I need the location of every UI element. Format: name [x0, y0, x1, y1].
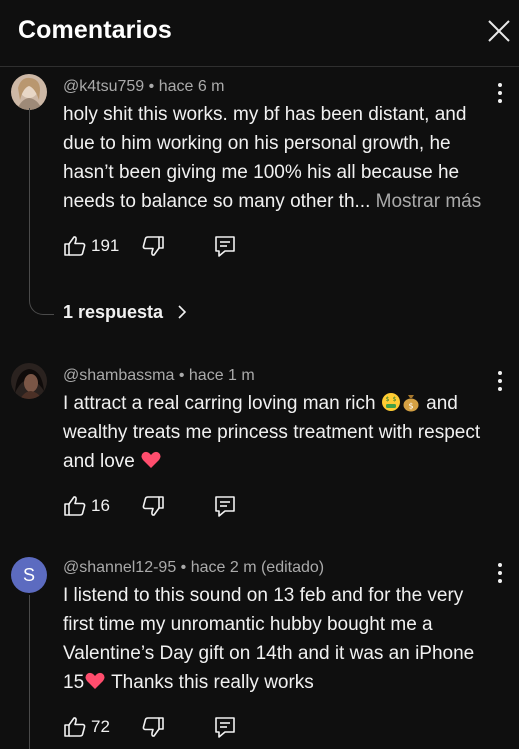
reply-button[interactable]: [213, 493, 239, 519]
avatar[interactable]: [11, 74, 47, 110]
thread-connector-line: [29, 108, 54, 315]
like-button[interactable]: 72: [63, 714, 123, 740]
comment-time: hace 1 m: [188, 367, 255, 384]
comment-meta: @k4tsu759 • hace 6 m: [63, 78, 225, 96]
thread-connector-line: [29, 595, 30, 749]
thumbs-down-icon: [142, 236, 164, 256]
view-replies-button[interactable]: 1 respuesta: [63, 302, 188, 323]
comment-actions: 16: [63, 493, 263, 519]
avatar[interactable]: S: [11, 557, 47, 593]
comment-actions: 72: [63, 714, 263, 740]
page-title: Comentarios: [18, 16, 172, 44]
comment-author[interactable]: @shannel12-95: [63, 559, 176, 576]
money-mouth-face-emoji: $ $: [381, 393, 400, 411]
thumbs-up-icon: [64, 717, 86, 737]
comment-item: S @shannel12-95 • hace 2 m (editado) I l…: [0, 548, 519, 749]
user-avatar-image: [11, 74, 47, 110]
close-button[interactable]: [484, 16, 514, 46]
comment-item: @k4tsu759 • hace 6 m holy shit this work…: [0, 66, 519, 336]
comment-actions: 191: [63, 233, 263, 259]
comment-meta: @shambassma • hace 1 m: [63, 367, 255, 385]
close-icon: [488, 20, 510, 42]
svg-text:$: $: [392, 396, 396, 403]
reply-button[interactable]: [213, 714, 239, 740]
svg-text:$: $: [408, 402, 413, 411]
money-bag-emoji: $: [403, 395, 419, 412]
meta-separator: •: [148, 78, 159, 95]
comment-body-end: Thanks this really works: [111, 672, 314, 693]
avatar[interactable]: [11, 363, 47, 399]
comment-time: hace 6 m: [158, 78, 225, 95]
chevron-right-icon: [178, 305, 187, 319]
dislike-button[interactable]: [141, 233, 167, 259]
comment-text: holy shit this works. my bf has been dis…: [63, 100, 499, 216]
comment-text: I listend to this sound on 13 feb and fo…: [63, 581, 499, 697]
like-button[interactable]: 191: [63, 233, 123, 259]
like-button[interactable]: 16: [63, 493, 123, 519]
like-count: 191: [91, 236, 120, 255]
comment-author[interactable]: @shambassma: [63, 367, 174, 384]
reply-icon: [215, 496, 235, 517]
show-more-link[interactable]: Mostrar más: [376, 191, 482, 212]
dislike-button[interactable]: [141, 493, 167, 519]
thumbs-down-icon: [142, 717, 164, 737]
comment-time: hace 2 m (editado): [190, 559, 325, 576]
reply-button[interactable]: [213, 233, 239, 259]
meta-separator: •: [178, 367, 189, 384]
reply-icon: [215, 717, 235, 738]
comment-meta: @shannel12-95 • hace 2 m (editado): [63, 559, 324, 577]
user-avatar-image: [11, 363, 47, 399]
thumbs-up-icon: [64, 236, 86, 256]
comment-body-start: I attract a real carring loving man rich: [63, 393, 376, 414]
meta-separator: •: [180, 559, 191, 576]
comment-author[interactable]: @k4tsu759: [63, 78, 144, 95]
thumbs-down-icon: [142, 496, 164, 516]
like-count: 16: [91, 496, 110, 515]
svg-text:$: $: [385, 396, 389, 403]
thumbs-up-icon: [64, 496, 86, 516]
dislike-button[interactable]: [141, 714, 167, 740]
replies-label: 1 respuesta: [63, 302, 164, 322]
avatar-letter: S: [22, 565, 35, 585]
comment-text: I attract a real carring loving man rich…: [63, 389, 499, 476]
red-heart-emoji: [141, 451, 161, 468]
reply-icon: [215, 236, 235, 257]
like-count: 72: [91, 717, 110, 736]
comment-item: @shambassma • hace 1 m I attract a real …: [0, 356, 519, 536]
comments-header: Comentarios: [0, 0, 519, 67]
red-heart-emoji: [85, 672, 105, 689]
